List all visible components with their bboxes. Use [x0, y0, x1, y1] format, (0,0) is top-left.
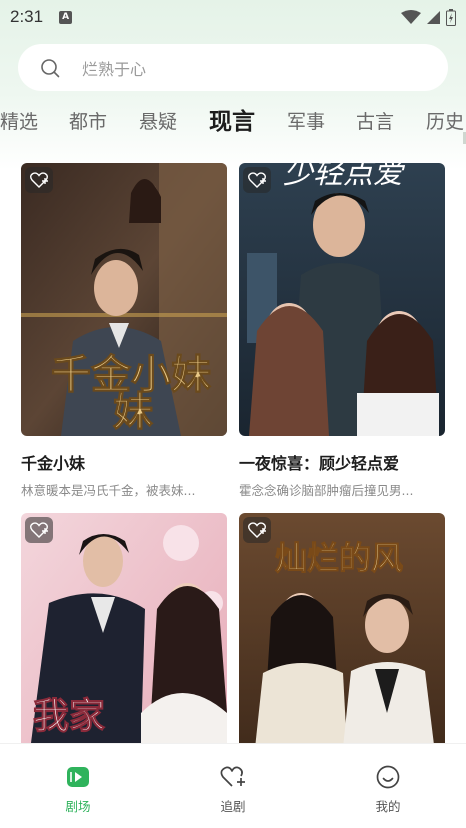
drama-card[interactable]: 少轻点爱 一夜惊喜：顾少轻点爱 霍念念确诊脑部肿瘤后撞见男...: [239, 163, 445, 499]
nav-follow[interactable]: 追剧: [193, 764, 273, 815]
nav-theater-label: 剧场: [65, 799, 91, 814]
drama-title[interactable]: 一夜惊喜：顾少轻点爱: [239, 450, 445, 474]
nav-mine[interactable]: 我的: [348, 764, 428, 815]
search-input[interactable]: 烂熟于心: [82, 56, 146, 80]
tab-dushi[interactable]: 都市: [69, 104, 107, 140]
heart-plus-icon: [30, 172, 48, 188]
notification-icon: A: [59, 10, 73, 24]
search-bar[interactable]: 烂熟于心: [18, 44, 448, 91]
tab-xianyan[interactable]: 现言: [209, 104, 255, 140]
heart-plus-icon: [220, 766, 245, 787]
drama-title[interactable]: 千金小妹: [21, 450, 227, 474]
status-bar: 2:31 A: [0, 0, 466, 34]
smile-face-icon: [376, 765, 400, 789]
follow-badge[interactable]: [243, 517, 271, 543]
tab-xuanyi[interactable]: 悬疑: [139, 104, 177, 140]
drama-poster[interactable]: 少轻点爱: [239, 163, 445, 436]
category-tabs: 精选 都市 悬疑 现言 军事 古言 历史: [0, 104, 466, 140]
theater-icon: [67, 767, 89, 787]
drama-desc: 林意暖本是冯氏千金，被表妹...: [21, 483, 196, 498]
poster-art: [21, 163, 227, 436]
search-icon: [41, 58, 60, 77]
bottom-nav: 剧场 追剧 我的: [0, 743, 466, 828]
follow-badge[interactable]: [25, 517, 53, 543]
status-icons: [401, 8, 456, 26]
nav-follow-label: 追剧: [220, 799, 246, 814]
nav-mine-label: 我的: [375, 799, 401, 814]
battery-icon: [446, 8, 456, 26]
drama-desc: 霍念念确诊脑部肿瘤后撞见男...: [239, 483, 414, 498]
tab-lishi[interactable]: 历史: [426, 104, 464, 140]
tab-guyan[interactable]: 古言: [356, 104, 394, 140]
tab-jingxuan[interactable]: 精选: [0, 104, 38, 140]
heart-plus-icon: [248, 172, 266, 188]
drama-poster[interactable]: 千金小妹 妹: [21, 163, 227, 436]
drama-card[interactable]: 千金小妹 妹 千金小妹 林意暖本是冯氏千金，被表妹...: [21, 163, 227, 499]
nav-theater[interactable]: 剧场: [38, 764, 118, 815]
tab-junshi[interactable]: 军事: [287, 104, 325, 140]
heart-plus-icon: [30, 522, 48, 538]
wifi-icon: [401, 9, 421, 24]
status-time: 2:31: [10, 7, 44, 26]
follow-badge[interactable]: [243, 167, 271, 193]
follow-badge[interactable]: [25, 167, 53, 193]
signal-icon: [427, 10, 440, 24]
heart-plus-icon: [248, 522, 266, 538]
poster-art: [239, 163, 445, 436]
